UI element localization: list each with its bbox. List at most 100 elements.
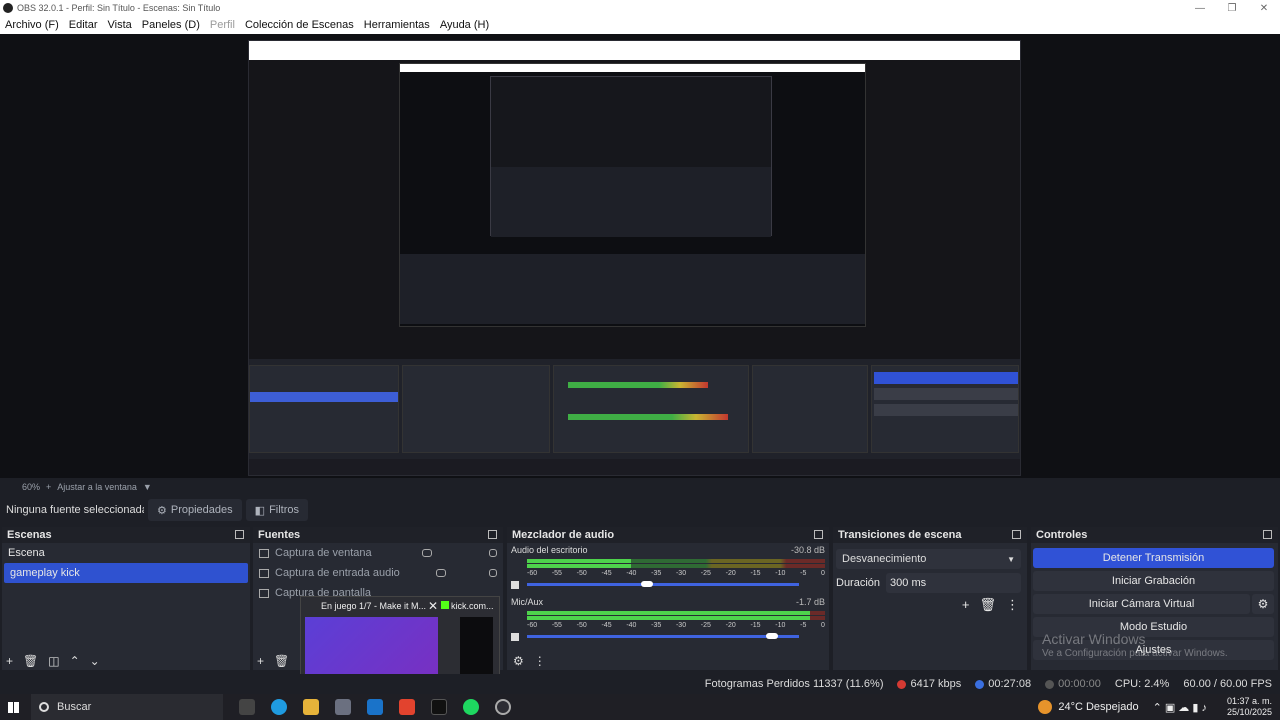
tray-icons[interactable]: ⌃ ▣ ☁ ▮ ♪ xyxy=(1153,701,1207,714)
properties-button-label: Propiedades xyxy=(170,504,233,516)
nested-controls-panel xyxy=(871,365,1019,453)
menu-coleccion-escenas[interactable]: Colección de Escenas xyxy=(240,19,359,31)
filters-button[interactable]: ◧ Filtros xyxy=(245,499,309,521)
source-item[interactable]: Captura de entrada audio xyxy=(253,563,503,583)
menu-ayuda[interactable]: Ayuda (H) xyxy=(435,19,494,31)
scene-filters-button[interactable]: ◫ xyxy=(48,654,59,668)
source-label: Captura de entrada audio xyxy=(275,567,400,579)
speaker-icon[interactable] xyxy=(511,581,519,589)
visibility-icon[interactable] xyxy=(436,569,447,577)
duration-label: Duración xyxy=(836,577,881,589)
move-down-button[interactable]: ⌄ xyxy=(90,654,100,668)
db-tick-label: -40 xyxy=(626,622,637,629)
db-tick-label: -55 xyxy=(551,622,562,629)
menu-herramientas[interactable]: Herramientas xyxy=(359,19,435,31)
properties-button[interactable]: ⚙ Propiedades xyxy=(148,499,242,521)
track-db: -30.8 dB xyxy=(790,545,825,555)
fit-dropdown-icon[interactable]: ▼ xyxy=(143,482,152,492)
lock-icon[interactable] xyxy=(488,549,497,557)
mixer-title: Mezclador de audio xyxy=(512,529,615,541)
windows-icon xyxy=(7,701,19,713)
move-up-button[interactable]: ⌃ xyxy=(70,654,80,668)
cpu-usage: CPU: 2.4% xyxy=(1114,678,1170,690)
edge-icon[interactable] xyxy=(271,699,287,715)
popup-tab-title[interactable]: kick.com... xyxy=(451,601,494,611)
scene-item[interactable]: Escena xyxy=(2,543,250,563)
transition-menu-icon[interactable]: ⋮ xyxy=(1006,597,1019,613)
date: 25/10/2025 xyxy=(1226,707,1272,717)
menu-archivo[interactable]: Archivo (F) xyxy=(0,19,64,31)
task-view-icon[interactable] xyxy=(239,699,255,715)
transition-type-select[interactable]: Desvanecimiento ▼ xyxy=(836,549,1021,569)
clock[interactable]: 01:37 a. m. 25/10/2025 xyxy=(1227,696,1272,718)
db-tick-label: -10 xyxy=(775,622,786,629)
taskbar-search[interactable]: Buscar xyxy=(31,694,223,720)
remove-transition-button[interactable]: 🗑 xyxy=(979,597,996,613)
volume-slider[interactable] xyxy=(527,581,799,587)
virtual-cam-settings-button[interactable]: ⚙ xyxy=(1252,594,1274,614)
system-tray: 24°C Despejado ⌃ ▣ ☁ ▮ ♪ 01:37 a. m. 25/… xyxy=(1038,696,1280,718)
undock-icon[interactable] xyxy=(814,530,823,539)
preview-zoom-button[interactable]: 60% xyxy=(22,482,40,492)
virtual-cam-button[interactable]: Iniciar Cámara Virtual xyxy=(1033,594,1250,614)
menu-vista[interactable]: Vista xyxy=(103,19,137,31)
remove-source-button[interactable]: 🗑 xyxy=(274,654,289,668)
start-button[interactable] xyxy=(0,694,26,720)
menu-perfil[interactable]: Perfil xyxy=(205,19,240,31)
source-item[interactable]: Captura de ventana xyxy=(253,543,503,563)
obs-icon[interactable] xyxy=(495,699,511,715)
weather-label[interactable]: 24°C Despejado xyxy=(1058,701,1138,713)
volume-knob[interactable] xyxy=(640,581,653,587)
db-tick-label: -15 xyxy=(750,570,761,577)
microphone-icon xyxy=(259,568,269,578)
undock-icon[interactable] xyxy=(1263,530,1272,539)
record-icon xyxy=(1045,679,1055,689)
fit-window-button[interactable]: Ajustar a la ventana xyxy=(57,482,137,492)
preview-area[interactable] xyxy=(0,34,1280,478)
menu-editar[interactable]: Editar xyxy=(64,19,103,31)
preview-canvas[interactable] xyxy=(248,40,1021,476)
level-fill xyxy=(527,559,632,563)
file-explorer-icon[interactable] xyxy=(303,699,319,715)
scene-item-selected[interactable]: gameplay kick xyxy=(4,563,248,583)
start-recording-button[interactable]: Iniciar Grabación xyxy=(1033,571,1274,591)
lock-icon[interactable] xyxy=(488,569,497,577)
mixer-settings-icon[interactable]: ⚙ xyxy=(513,654,524,668)
db-tick-label: -60 xyxy=(527,622,538,629)
weather-icon[interactable] xyxy=(1038,700,1053,714)
preview-add-button[interactable]: + xyxy=(46,482,51,492)
db-tick-label: -50 xyxy=(576,570,587,577)
filter-icon: ◧ xyxy=(254,504,266,517)
remove-scene-button[interactable]: 🗑 xyxy=(23,654,38,668)
undock-icon[interactable] xyxy=(488,530,497,539)
volume-slider[interactable] xyxy=(527,633,799,639)
menu-paneles[interactable]: Paneles (D) xyxy=(137,19,205,31)
close-icon[interactable]: ✕ xyxy=(428,599,438,613)
mixer-menu-icon[interactable]: ⋮ xyxy=(534,654,546,668)
tiktok-icon[interactable] xyxy=(431,699,447,715)
store-icon[interactable] xyxy=(335,699,351,715)
stop-stream-button[interactable]: Detener Transmisión xyxy=(1033,548,1274,568)
volume-knob[interactable] xyxy=(765,633,778,639)
add-transition-button[interactable]: + xyxy=(962,597,970,613)
maximize-button[interactable]: ❐ xyxy=(1216,3,1248,14)
search-icon xyxy=(39,702,49,712)
db-tick-label: -15 xyxy=(750,622,761,629)
add-source-button[interactable]: + xyxy=(257,654,264,668)
outlook-icon[interactable] xyxy=(367,699,383,715)
sources-header: Fuentes xyxy=(253,527,503,543)
nested-taskbar xyxy=(249,459,1020,475)
close-button[interactable]: ✕ xyxy=(1248,3,1280,14)
undock-icon[interactable] xyxy=(1012,530,1021,539)
spotify-icon[interactable] xyxy=(463,699,479,715)
speaker-icon[interactable] xyxy=(511,633,519,641)
duration-input[interactable]: 300 ms xyxy=(886,573,1021,593)
nested-rec-button xyxy=(874,388,1018,400)
duration-row: Duración 300 ms xyxy=(836,573,1021,593)
brave-icon[interactable] xyxy=(399,699,415,715)
undock-icon[interactable] xyxy=(235,530,244,539)
level-fill xyxy=(527,611,811,615)
visibility-icon[interactable] xyxy=(422,549,433,557)
minimize-button[interactable]: — xyxy=(1184,3,1216,14)
add-scene-button[interactable]: + xyxy=(6,654,13,668)
